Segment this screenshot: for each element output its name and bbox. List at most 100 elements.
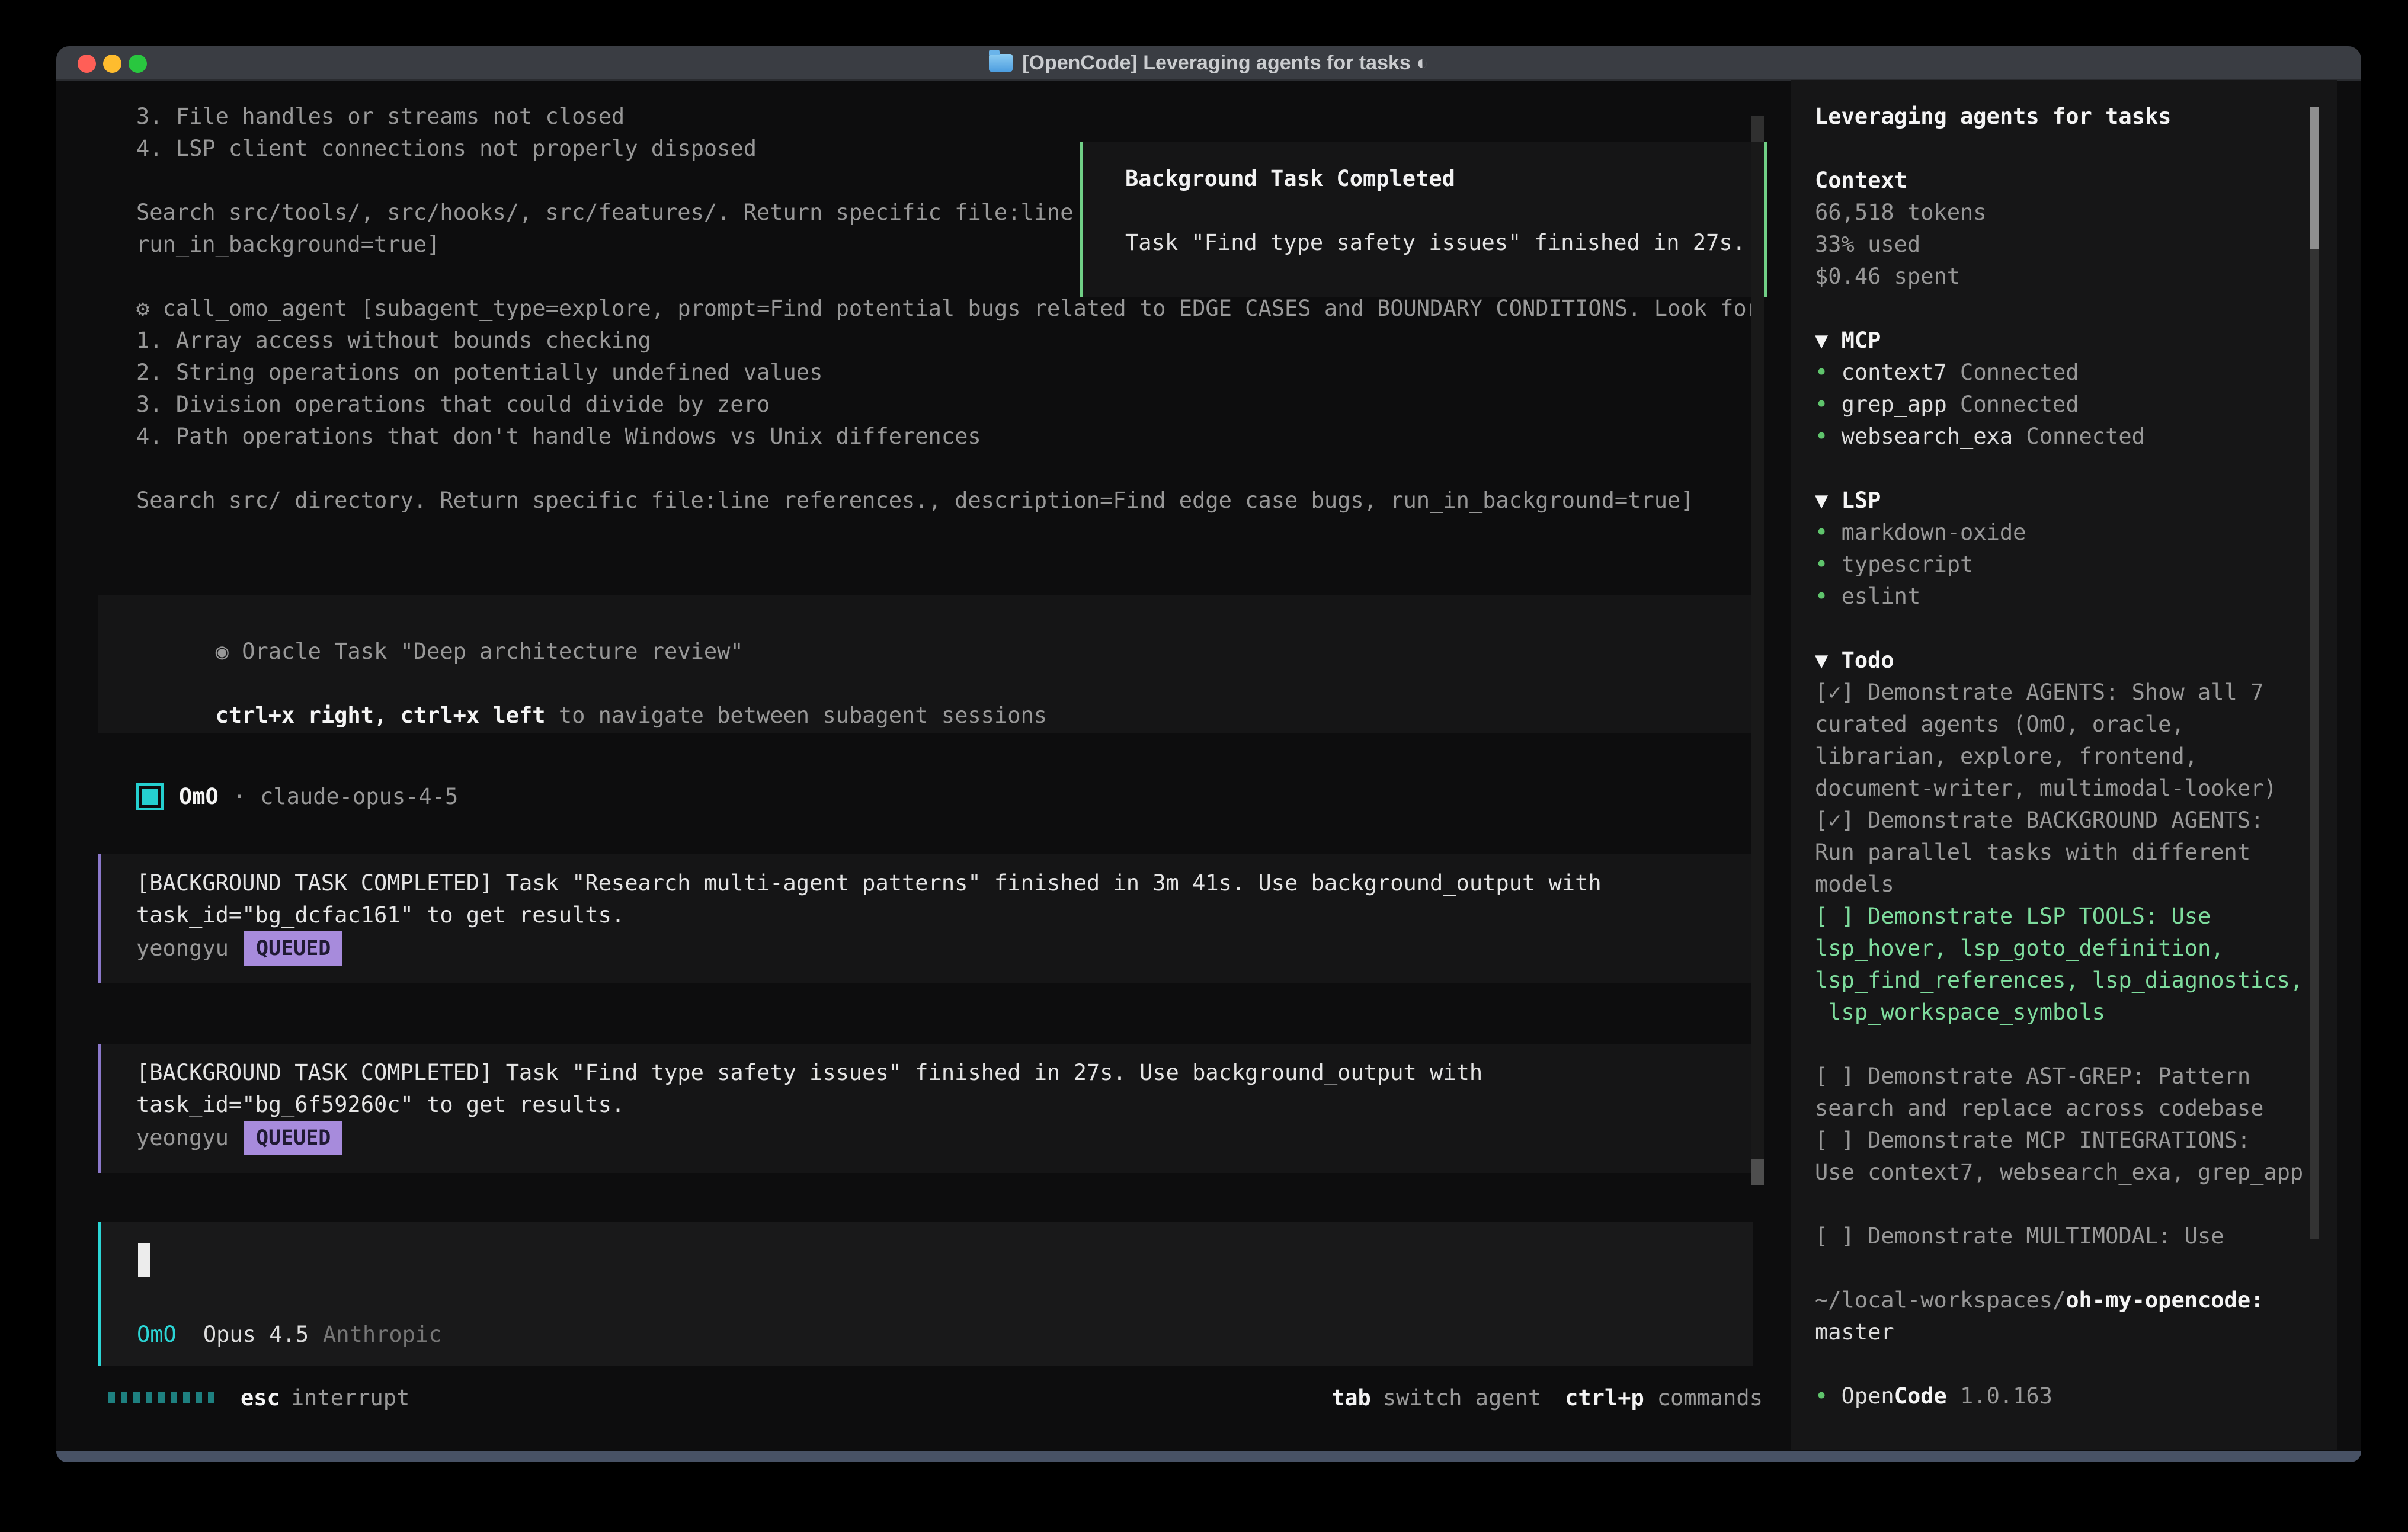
esc-key-hint: esc — [241, 1385, 280, 1411]
text-segment: 66,518 tokens — [1815, 200, 1987, 225]
text-line: Leveraging agents for tasks — [1815, 101, 2324, 133]
traffic-lights — [78, 55, 147, 73]
text-segment: [ ] Demonstrate MCP INTEGRATIONS: — [1815, 1127, 2250, 1153]
text-line — [1815, 1252, 2324, 1284]
text-line: curated agents (OmO, oracle, — [1815, 709, 2324, 741]
task-text-line: task_id="bg_6f59260c" to get results. — [136, 1089, 625, 1121]
prompt-input[interactable]: OmO Opus 4.5 Anthropic — [98, 1222, 1753, 1366]
text-line: Search src/ directory. Return specific f… — [136, 485, 1760, 517]
sidebar-content: Leveraging agents for tasks Context 66,518… — [1815, 101, 2324, 1412]
main-scrollbar-track[interactable] — [1751, 116, 1764, 1185]
text-segment: oh-my-opencode: — [2066, 1287, 2263, 1313]
text-segment: Context — [1815, 168, 1907, 193]
text-line: [ ] Demonstrate MCP INTEGRATIONS: — [1815, 1124, 2324, 1156]
sidebar-scrollbar-track[interactable] — [2310, 249, 2319, 1239]
chevron-down-icon: ▼ — [1815, 488, 1842, 513]
text-segment: typescript — [1842, 552, 1974, 577]
text-segment: Leveraging agents for tasks — [1815, 104, 2171, 129]
text-line: • websearch_exa Connected — [1815, 421, 2324, 453]
task-text-line: task_id="bg_dcfac161" to get results. — [136, 899, 625, 931]
text-segment: context7 — [1842, 360, 1947, 385]
minimize-button[interactable] — [103, 55, 121, 73]
notification-body: Task "Find type safety issues" finished … — [1125, 230, 1746, 255]
window-bottom-edge — [56, 1451, 2361, 1462]
text-line: • context7 Connected — [1815, 357, 2324, 389]
folder-icon — [989, 54, 1013, 72]
text-segment: Search src/tools/, src/hooks/, src/featu… — [136, 200, 1074, 225]
text-line — [1815, 613, 2324, 645]
text-segment: [ ] Demonstrate AST-GREP: Pattern — [1815, 1063, 2250, 1089]
zoom-button[interactable] — [129, 55, 147, 73]
text-line: ⚙ call_omo_agent [subagent_type=explore,… — [136, 293, 1760, 325]
sidebar-scrollbar-thumb[interactable] — [2310, 107, 2319, 249]
main-scrollbar-mark-top[interactable] — [1751, 116, 1764, 142]
chevron-down-icon: ▼ — [1815, 328, 1842, 353]
agent-name: OmO — [179, 781, 219, 813]
text-segment: run_in_background=true] — [136, 232, 440, 257]
input-provider-name: Anthropic — [323, 1319, 441, 1351]
text-segment: $0.46 spent — [1815, 264, 1960, 289]
text-line: Run parallel tasks with different — [1815, 836, 2324, 868]
text-segment: search and replace across codebase — [1815, 1095, 2263, 1121]
text-segment: grep_app — [1842, 392, 1947, 417]
text-segment: [ ] Demonstrate LSP TOOLS: Use — [1815, 903, 2211, 929]
background-task-message: [BACKGROUND TASK COMPLETED] Task "Find t… — [98, 1044, 1753, 1173]
text-segment: models — [1815, 871, 1894, 897]
screen: [OpenCode] Leveraging agents for tasks ◐… — [0, 0, 2408, 1532]
text-line: • OpenCode 1.0.163 — [1815, 1380, 2324, 1412]
text-line: 66,518 tokens — [1815, 197, 2324, 229]
text-segment: 4. Path operations that don't handle Win… — [136, 424, 981, 449]
input-agent-name: OmO — [137, 1319, 177, 1351]
text-line: 3. File handles or streams not closed — [136, 101, 1760, 133]
spinner-icon — [108, 1392, 214, 1403]
text-segment: LSP — [1842, 488, 1881, 513]
text-segment: 3. File handles or streams not closed — [136, 104, 625, 129]
chevron-down-icon: ▼ — [1815, 648, 1842, 673]
esc-key-label: interrupt — [291, 1385, 409, 1411]
text-line — [1815, 1188, 2324, 1220]
status-bar: esc interrupt tab switch agent ctrl+p co… — [108, 1382, 1763, 1414]
text-segment: [✓] Demonstrate BACKGROUND AGENTS: — [1815, 807, 2263, 833]
close-button[interactable] — [78, 55, 96, 73]
text-segment: lsp_workspace_symbols — [1815, 999, 2105, 1025]
text-segment: Connected — [1947, 392, 2079, 417]
text-line: [✓] Demonstrate AGENTS: Show all 7 — [1815, 677, 2324, 709]
text-line — [1815, 1348, 2324, 1380]
bullet-icon: • — [1815, 424, 1842, 449]
text-segment: ~/local-workspaces/ — [1815, 1287, 2066, 1313]
text-line: librarian, explore, frontend, — [1815, 741, 2324, 773]
text-line — [1815, 453, 2324, 485]
text-segment: 1. Array access without bounds checking — [136, 328, 651, 353]
bullet-icon: • — [1815, 392, 1842, 417]
text-line — [1815, 133, 2324, 165]
text-line: models — [1815, 868, 2324, 900]
main-scrollbar-thumb[interactable] — [1751, 1159, 1764, 1185]
ctrlp-key-label: commands — [1657, 1385, 1763, 1411]
text-segment: Run parallel tasks with different — [1815, 839, 2250, 865]
text-line: lsp_hover, lsp_goto_definition, — [1815, 932, 2324, 964]
text-line: 3. Division operations that could divide… — [136, 389, 1760, 421]
text-line: • grep_app Connected — [1815, 389, 2324, 421]
text-segment: [✓] Demonstrate AGENTS: Show all 7 — [1815, 680, 2263, 705]
text-segment: 33% used — [1815, 232, 1920, 257]
bullet-icon: • — [1815, 520, 1842, 545]
text-segment: lsp_hover, lsp_goto_definition, — [1815, 935, 2224, 961]
text-segment: master — [1815, 1319, 1894, 1345]
text-line: [✓] Demonstrate BACKGROUND AGENTS: — [1815, 805, 2324, 836]
queued-badge: QUEUED — [244, 931, 342, 966]
agent-model: claude-opus-4-5 — [260, 781, 458, 813]
text-line: 1. Array access without bounds checking — [136, 325, 1760, 357]
text-segment: lsp_find_references, lsp_diagnostics, — [1815, 967, 2303, 993]
bullet-icon: • — [1815, 552, 1842, 577]
text-line: master — [1815, 1316, 2324, 1348]
text-segment: MCP — [1842, 328, 1881, 353]
text-line: ~/local-workspaces/oh-my-opencode: — [1815, 1284, 2324, 1316]
tab-key-hint: tab — [1331, 1385, 1371, 1411]
text-line: $0.46 spent — [1815, 261, 2324, 293]
text-segment: eslint — [1842, 584, 1921, 609]
text-line: search and replace across codebase — [1815, 1092, 2324, 1124]
text-segment: [ ] Demonstrate MULTIMODAL: Use — [1815, 1223, 2224, 1249]
background-task-message: [BACKGROUND TASK COMPLETED] Task "Resear… — [98, 854, 1753, 983]
separator-dot: · — [233, 781, 246, 813]
gear-icon: ⚙ — [136, 296, 163, 321]
